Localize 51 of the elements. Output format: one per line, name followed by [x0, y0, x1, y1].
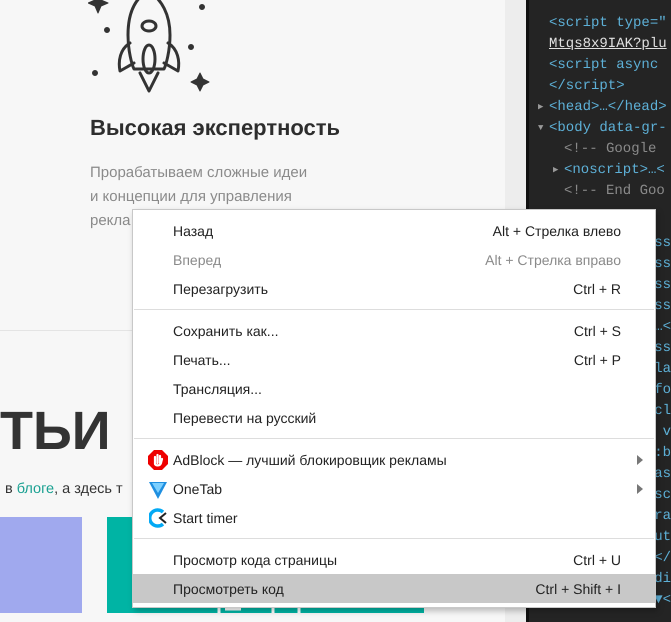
feature-description: рекла: [90, 211, 131, 231]
menu-item[interactable]: OneTab: [133, 474, 655, 503]
code-line: v: [662, 424, 671, 440]
code-line: la: [654, 361, 671, 377]
feature-description: и концепции для управления: [90, 187, 292, 207]
code-line: <script async: [549, 57, 658, 73]
menu-item[interactable]: Назад Alt + Стрелка влево: [133, 216, 655, 245]
code-line: ss: [654, 256, 671, 272]
code-line: ss: [654, 235, 671, 251]
intro-text: в блоге, а здесь т: [5, 481, 123, 497]
code-line: :b: [654, 445, 671, 461]
article-card[interactable]: [0, 517, 82, 613]
code-line: <script type=": [549, 15, 667, 31]
shortcut-text: Ctrl + Shift + I: [535, 580, 621, 596]
code-line: ss: [654, 277, 671, 293]
code-line: fo: [654, 382, 671, 398]
code-line: ▼<: [654, 592, 671, 608]
code-line: ra: [654, 508, 671, 524]
code-line: <body data-gr-: [549, 120, 667, 136]
code-line: Mtqs8x9IAK?plu: [549, 36, 667, 52]
section-heading: ТЬИ: [0, 401, 111, 461]
shortcut-text: Alt + Стрелка вправо: [485, 252, 621, 268]
shortcut-text: Ctrl + P: [574, 352, 621, 368]
tree-toggle[interactable]: ▶: [553, 160, 558, 181]
menu-item[interactable]: Просмотр кода страницы Ctrl + U: [133, 545, 655, 574]
tree-toggle[interactable]: ▼: [538, 118, 544, 139]
menu-item[interactable]: AdBlock — лучший блокировщик рекламы: [133, 445, 655, 474]
code-line: sc: [654, 487, 671, 503]
menu-item[interactable]: Просмотреть код Ctrl + Shift + I: [133, 574, 655, 603]
code-line: ss: [654, 340, 671, 356]
shortcut-text: Ctrl + U: [573, 552, 621, 568]
code-line: <head>…</head>: [549, 99, 667, 115]
shortcut-text: Alt + Стрелка влево: [492, 222, 621, 238]
feature-description: Прорабатываем сложные идеи: [90, 163, 308, 183]
shortcut-text: Ctrl + S: [574, 322, 621, 338]
stop-hand-icon: [148, 450, 168, 470]
menu-item[interactable]: Сохранить как... Ctrl + S: [133, 316, 655, 345]
code-line: <noscript>…<: [564, 162, 665, 178]
menu-item[interactable]: Перезагрузить Ctrl + R: [133, 274, 655, 303]
code-line: <!-- End Goo: [564, 183, 665, 199]
code-line: </script>: [549, 78, 625, 94]
shortcut-text: Ctrl + R: [573, 280, 621, 296]
code-line: <!-- Google: [564, 141, 656, 157]
menu-item[interactable]: Start timer: [133, 503, 655, 532]
timer-icon: [149, 508, 167, 528]
feature-title: Высокая экспертность: [90, 115, 342, 141]
code-line: ss: [654, 298, 671, 314]
menu-item[interactable]: Трансляция...: [133, 374, 655, 403]
menu-item[interactable]: Печать... Ctrl + P: [133, 345, 655, 374]
menu-item[interactable]: Перевести на русский: [133, 403, 655, 432]
tree-toggle[interactable]: ▶: [538, 97, 544, 118]
